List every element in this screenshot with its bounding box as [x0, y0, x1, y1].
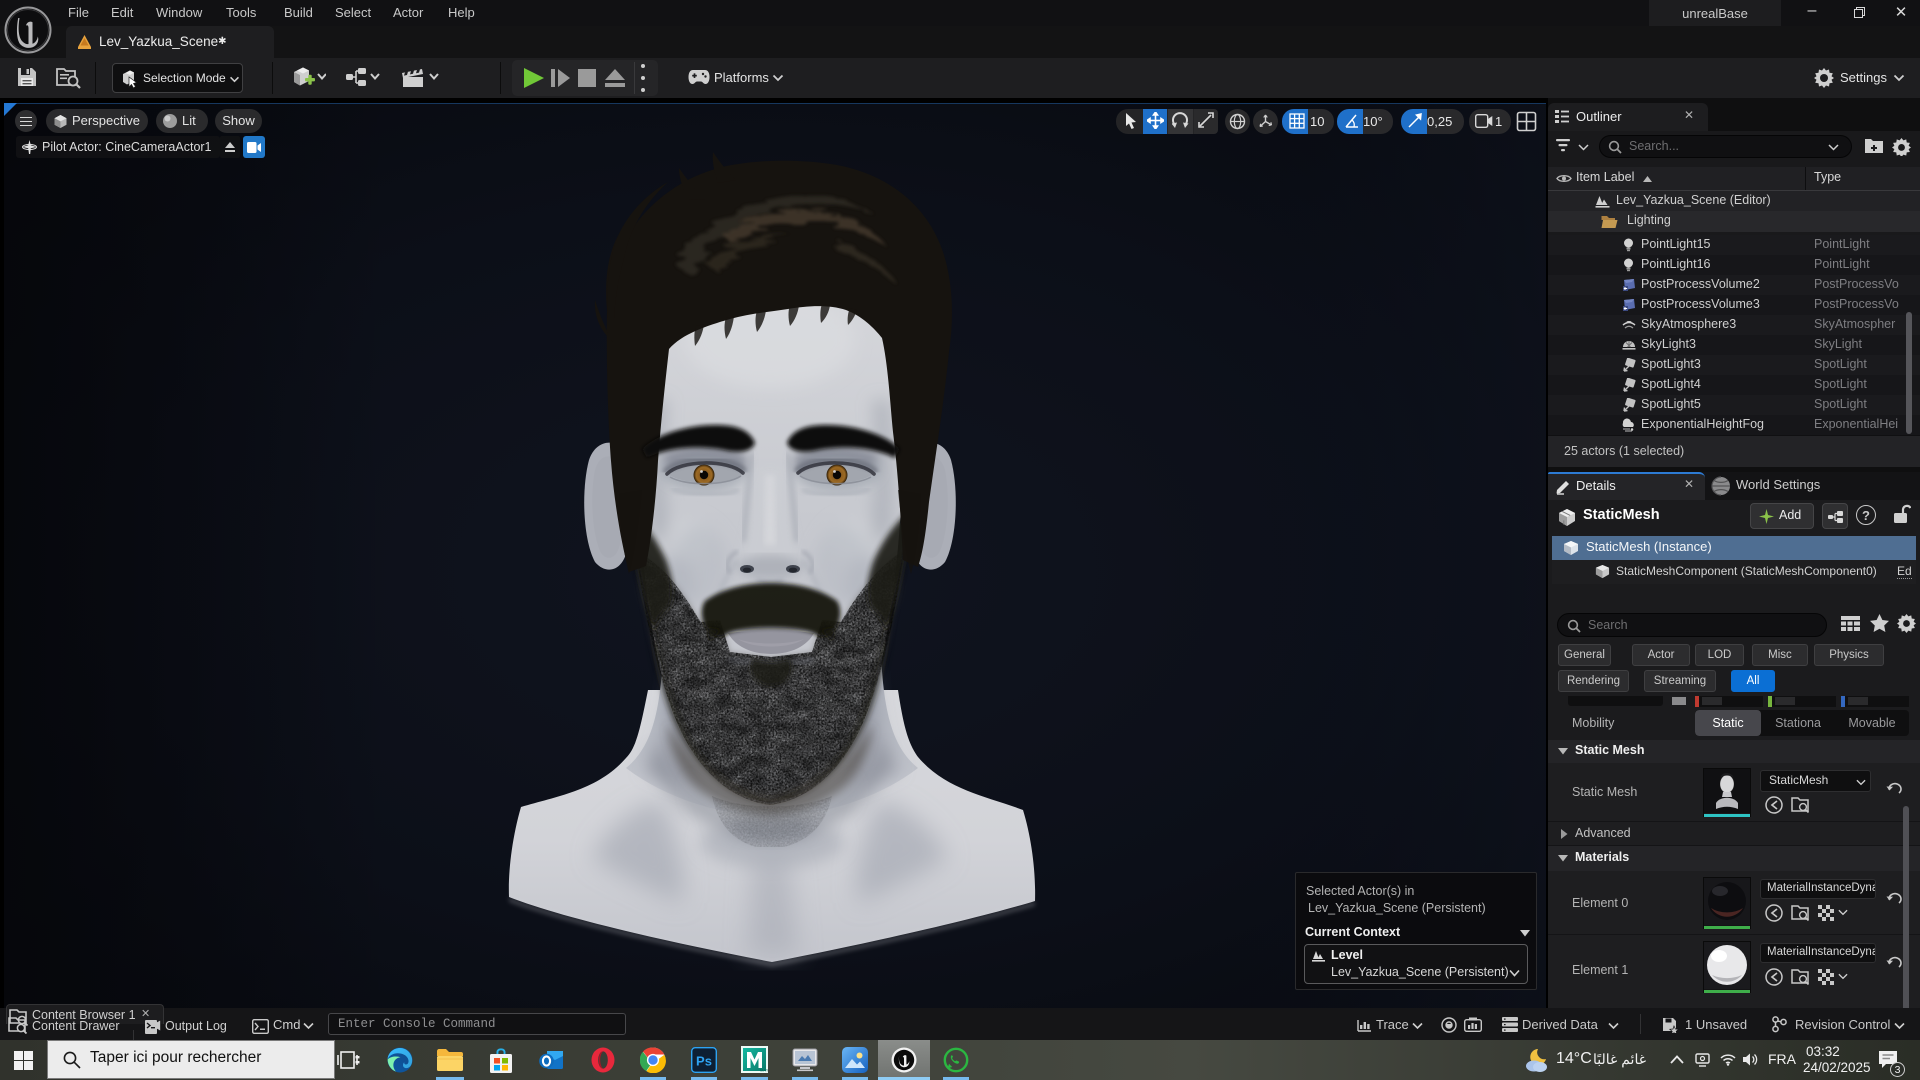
svg-text:MAYA: MAYA [760, 1068, 768, 1073]
svg-text:Ps: Ps [696, 1054, 712, 1069]
